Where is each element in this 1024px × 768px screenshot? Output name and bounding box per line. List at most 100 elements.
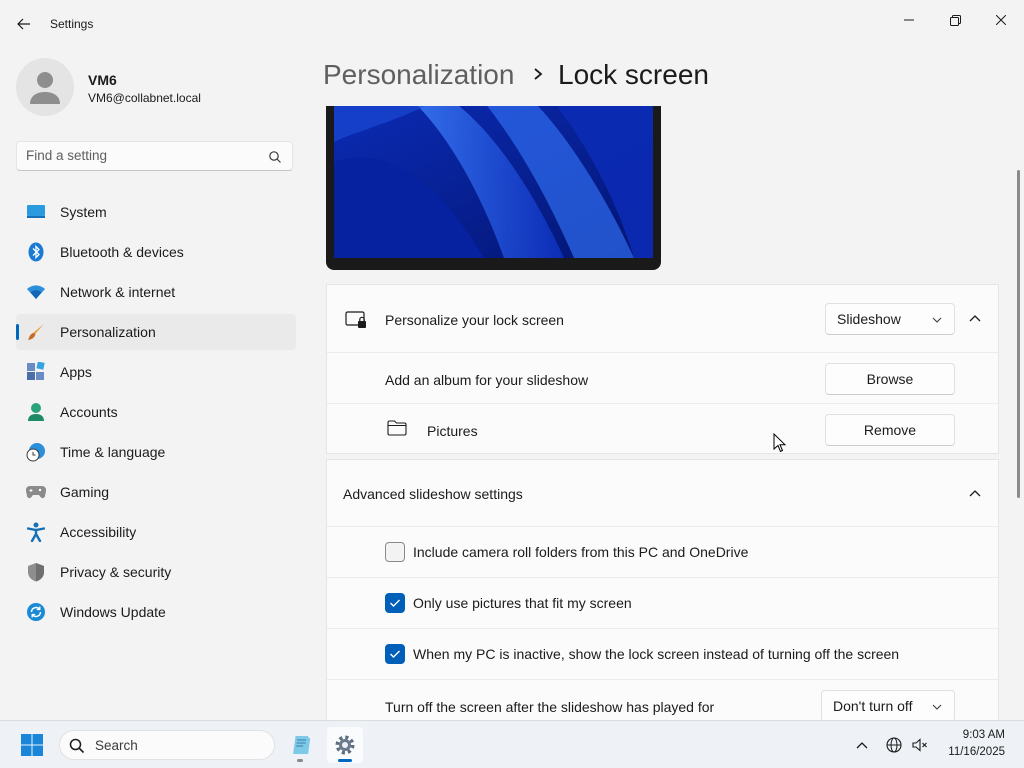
clock-time[interactable]: 9:03 AM: [940, 729, 1005, 741]
sidebar-item-privacy[interactable]: Privacy & security: [16, 554, 296, 590]
brush-icon: [26, 322, 46, 342]
content-area: Personalize your lock screen Slideshow A…: [318, 106, 1008, 720]
mouse-cursor-icon: [773, 433, 787, 453]
close-icon: [996, 15, 1006, 25]
restore-icon: [949, 14, 961, 26]
checkmark-icon: [390, 599, 400, 607]
chevron-down-icon: [932, 704, 942, 710]
camera-roll-checkbox[interactable]: [385, 542, 405, 562]
find-setting-search[interactable]: [16, 141, 293, 171]
inactive-lock-screen-checkbox[interactable]: [385, 644, 405, 664]
sidebar-item-windows-update[interactable]: Windows Update: [16, 594, 296, 630]
gamepad-icon: [26, 482, 46, 502]
clock-date[interactable]: 11/16/2025: [940, 746, 1005, 758]
windows-start-icon[interactable]: [20, 733, 44, 757]
wifi-icon: [26, 282, 46, 302]
volume-button[interactable]: [910, 735, 930, 755]
sidebar-item-personalization[interactable]: Personalization: [16, 314, 296, 350]
add-album-label: Add an album for your slideshow: [385, 372, 589, 388]
sidebar-item-label: Windows Update: [60, 604, 166, 620]
wallpaper-image: [334, 106, 653, 258]
network-globe-button[interactable]: [884, 735, 904, 755]
turn-off-label: Turn off the screen after the slideshow …: [385, 699, 715, 715]
sidebar-item-label: Time & language: [60, 444, 166, 460]
search-icon: [69, 738, 85, 754]
sidebar-item-network[interactable]: Network & internet: [16, 274, 296, 310]
settings-gear-icon: [335, 735, 355, 755]
sidebar-item-accessibility[interactable]: Accessibility: [16, 514, 296, 550]
scrollbar[interactable]: [1017, 170, 1020, 498]
restore-button[interactable]: [932, 4, 978, 36]
sidebar-item-accounts[interactable]: Accounts: [16, 394, 296, 430]
notepad-icon: [293, 736, 311, 754]
sidebar-item-label: Bluetooth & devices: [60, 244, 184, 260]
sidebar-item-label: Accessibility: [60, 524, 137, 540]
sidebar-item-label: Gaming: [60, 484, 110, 500]
browse-button[interactable]: Browse: [825, 363, 955, 395]
taskbar: Search 9:03 AM 11/16/2025: [0, 720, 1024, 768]
divider: [327, 679, 998, 680]
sidebar-item-label: Network & internet: [60, 284, 176, 300]
dropdown-value: Slideshow: [837, 311, 901, 327]
bluetooth-icon: [26, 242, 46, 262]
folder-icon: [387, 420, 407, 436]
clock-globe-icon: [26, 442, 46, 462]
taskbar-app-settings[interactable]: [327, 727, 363, 763]
personalize-dropdown[interactable]: Slideshow: [825, 303, 955, 335]
fit-screen-checkbox[interactable]: [385, 593, 405, 613]
sidebar-item-bluetooth[interactable]: Bluetooth & devices: [16, 234, 296, 270]
chevron-up-icon: [969, 490, 981, 497]
sidebar-item-label: Accounts: [60, 404, 118, 420]
personalize-lock-screen-label: Personalize your lock screen: [385, 312, 564, 328]
taskbar-search[interactable]: Search: [59, 730, 275, 760]
collapse-toggle[interactable]: [965, 309, 985, 329]
advanced-title: Advanced slideshow settings: [343, 486, 523, 502]
turn-off-dropdown[interactable]: Don't turn off: [821, 690, 955, 720]
checkmark-icon: [390, 650, 400, 658]
sidebar-item-system[interactable]: System: [16, 194, 296, 230]
checkbox-label: Only use pictures that fit my screen: [413, 595, 632, 611]
lock-screen-preview: [326, 106, 661, 270]
search-input[interactable]: [26, 148, 256, 163]
taskbar-app-notepad[interactable]: [282, 727, 318, 763]
personalize-lock-screen-card: Personalize your lock screen Slideshow A…: [326, 284, 999, 454]
divider: [327, 526, 998, 527]
title-bar: Settings: [0, 0, 1024, 48]
search-icon: [269, 151, 281, 163]
minimize-icon: [904, 19, 914, 21]
minimize-button[interactable]: [886, 4, 932, 36]
checkbox-label: When my PC is inactive, show the lock sc…: [413, 646, 900, 662]
close-button[interactable]: [978, 4, 1024, 36]
divider: [327, 352, 998, 353]
sidebar-item-time-language[interactable]: Time & language: [16, 434, 296, 470]
user-name: VM6: [88, 72, 117, 88]
chevron-up-icon: [856, 742, 868, 749]
page-title: Lock screen: [558, 59, 709, 90]
sidebar-item-gaming[interactable]: Gaming: [16, 474, 296, 510]
collapse-toggle[interactable]: [965, 484, 985, 504]
accessibility-icon: [26, 522, 46, 542]
avatar[interactable]: [16, 58, 74, 116]
sidebar-item-label: Privacy & security: [60, 564, 172, 580]
speaker-muted-icon: [912, 738, 927, 752]
show-hidden-icons-button[interactable]: [852, 735, 872, 755]
globe-icon: [886, 737, 902, 753]
running-indicator: [297, 759, 303, 762]
sidebar-nav: System Bluetooth & devices Network & int…: [16, 194, 296, 634]
shield-icon: [26, 562, 46, 582]
sidebar-item-apps[interactable]: Apps: [16, 354, 296, 390]
chevron-up-icon: [969, 315, 981, 322]
app-title: Settings: [50, 17, 94, 31]
update-icon: [26, 602, 46, 622]
system-icon: [26, 202, 46, 222]
breadcrumb-parent[interactable]: Personalization: [323, 59, 514, 91]
divider: [327, 577, 998, 578]
back-button[interactable]: [12, 12, 36, 36]
remove-button[interactable]: Remove: [825, 414, 955, 446]
taskbar-search-label: Search: [95, 738, 138, 753]
sidebar-item-label: System: [60, 204, 107, 220]
user-email: VM6@collabnet.local: [88, 91, 201, 105]
chevron-right-icon: [534, 68, 543, 80]
back-arrow-icon: [17, 18, 30, 30]
lock-screen-icon: [345, 311, 366, 328]
